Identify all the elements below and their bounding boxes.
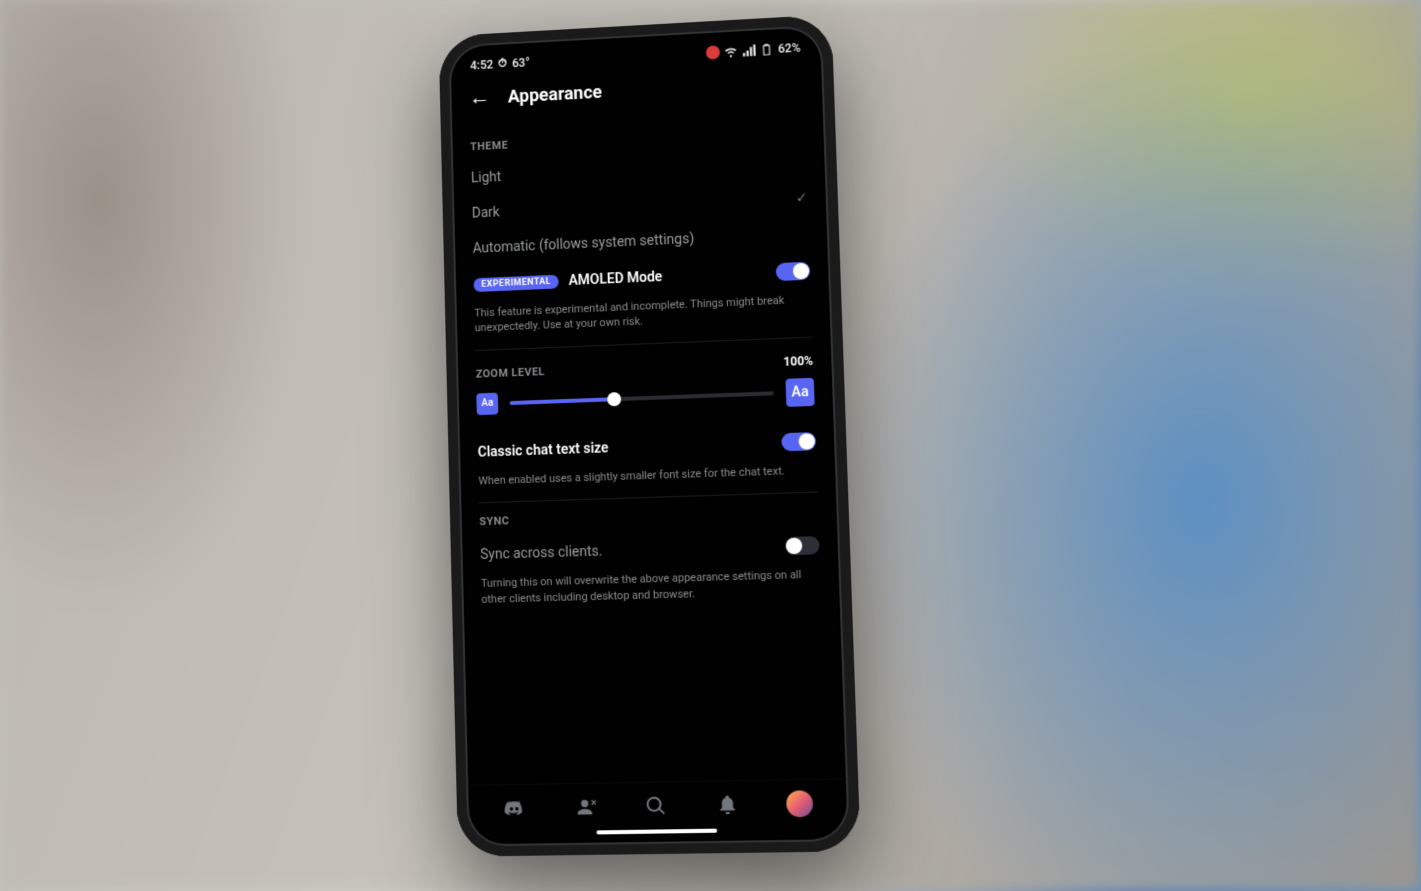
battery-icon (760, 42, 774, 57)
sync-toggle[interactable] (785, 536, 820, 555)
nav-notifications[interactable] (714, 791, 741, 818)
discord-icon (503, 797, 525, 820)
status-time: 4:52 (470, 57, 493, 72)
wifi-icon (724, 44, 738, 59)
zoom-value: 100% (783, 353, 813, 368)
zoom-slider-thumb[interactable] (607, 392, 621, 406)
bottom-nav (470, 778, 845, 828)
sync-description: Turning this on will overwrite the above… (481, 565, 822, 617)
amoled-mode-toggle[interactable] (776, 262, 811, 281)
zoom-min-icon: Aa (476, 392, 498, 415)
status-recording-icon (706, 45, 720, 59)
search-icon (644, 795, 667, 818)
signal-icon (742, 43, 756, 58)
nav-home[interactable] (501, 795, 527, 822)
classic-chat-label: Classic chat text size (478, 440, 609, 460)
amoled-mode-label: AMOLED Mode (568, 269, 662, 289)
friends-icon (573, 796, 596, 819)
classic-chat-toggle[interactable] (781, 432, 816, 451)
nav-friends[interactable] (571, 794, 598, 821)
nav-profile-avatar[interactable] (786, 790, 813, 817)
phone-frame: 4:52 ⏱ 63° 62% ← Appearance THEME Light (439, 14, 861, 856)
status-battery-percent: 62% (778, 40, 801, 55)
back-button[interactable]: ← (469, 87, 491, 109)
experimental-badge: EXPERIMENTAL (473, 275, 559, 292)
section-header-sync: SYNC (479, 505, 818, 528)
status-temperature: 63° (512, 55, 530, 70)
theme-option-light-label: Light (471, 169, 502, 186)
status-bar-left: 4:52 ⏱ 63° (470, 55, 530, 73)
status-icon-alarm: ⏱ (498, 56, 507, 71)
sync-label: Sync across clients. (480, 544, 602, 564)
home-indicator[interactable] (596, 829, 717, 835)
zoom-max-icon: Aa (785, 378, 814, 407)
page-title: Appearance (508, 82, 603, 107)
nav-search[interactable] (642, 793, 669, 820)
theme-option-auto-label: Automatic (follows system settings) (473, 231, 695, 257)
settings-content[interactable]: THEME Light Dark Automatic (follows syst… (454, 105, 844, 785)
zoom-slider[interactable] (510, 391, 774, 405)
theme-option-dark-label: Dark (472, 205, 500, 222)
section-header-zoom: ZOOM LEVEL (476, 365, 545, 380)
phone-screen: 4:52 ⏱ 63° 62% ← Appearance THEME Light (452, 29, 845, 842)
status-bar-right: 62% (706, 40, 801, 59)
zoom-slider-fill (510, 397, 615, 405)
bell-icon (716, 794, 739, 817)
